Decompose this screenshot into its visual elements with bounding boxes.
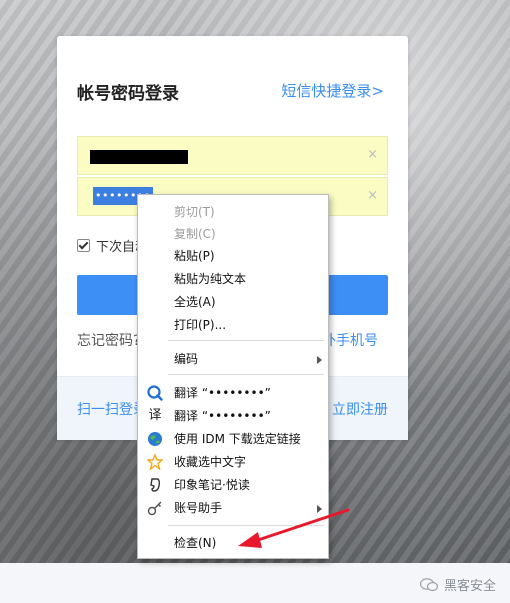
- forgot-password-link[interactable]: 忘记密码?: [77, 330, 140, 350]
- context-menu: 剪切(T) 复制(C) 粘贴(P) 粘贴为纯文本 全选(A) 打印(P)... …: [137, 194, 329, 559]
- register-link[interactable]: 立即注册: [332, 399, 388, 419]
- menu-item-label: 粘贴为纯文本: [174, 272, 247, 286]
- menu-item-label: 翻译 “••••••••”: [174, 409, 271, 423]
- remember-checkbox[interactable]: [77, 239, 90, 252]
- menu-separator: [168, 525, 324, 526]
- menu-item-label: 印象笔记·悦读: [174, 478, 250, 492]
- wechat-icon: [419, 577, 438, 591]
- username-field[interactable]: ×: [77, 136, 388, 175]
- idm-globe-icon: [147, 431, 163, 447]
- menu-item-label: 编码: [174, 352, 199, 366]
- menu-item-account-helper[interactable]: 账号助手: [138, 497, 328, 519]
- menu-item-label: 检查(N): [174, 536, 217, 550]
- menu-item-label: 打印(P)...: [174, 318, 227, 332]
- submenu-arrow-icon: [317, 356, 322, 364]
- key-icon: [147, 500, 163, 516]
- menu-item-label: 全选(A): [174, 295, 216, 309]
- menu-item-select-all[interactable]: 全选(A): [138, 291, 328, 313]
- page-title: 帐号密码登录: [77, 84, 179, 104]
- menu-item-favorite-text[interactable]: 收藏选中文字: [138, 451, 328, 473]
- menu-item-label: 剪切(T): [174, 205, 215, 219]
- menu-separator: [168, 374, 324, 375]
- menu-item-label: 翻译 “••••••••”: [174, 386, 271, 400]
- menu-item-label: 粘贴(P): [174, 249, 215, 263]
- menu-item-label: 复制(C): [174, 227, 216, 241]
- star-icon: [147, 454, 163, 470]
- search-translate-icon: [147, 385, 163, 401]
- menu-item-label: 收藏选中文字: [174, 455, 247, 469]
- menu-item-evernote[interactable]: 印象笔记·悦读: [138, 474, 328, 496]
- menu-item-cut[interactable]: 剪切(T): [138, 201, 328, 223]
- watermark-text: 黑客安全: [443, 579, 496, 594]
- translate-glyph-icon: 译: [148, 408, 162, 423]
- menu-item-encoding[interactable]: 编码: [138, 348, 328, 370]
- menu-item-copy[interactable]: 复制(C): [138, 223, 328, 245]
- menu-item-translate-2[interactable]: 译 翻译 “••••••••”: [138, 405, 328, 427]
- watermark: 黑客安全: [419, 575, 496, 594]
- menu-item-paste[interactable]: 粘贴(P): [138, 245, 328, 267]
- evernote-icon: [147, 477, 163, 493]
- submenu-arrow-icon: [317, 505, 322, 513]
- clear-password-icon[interactable]: ×: [367, 188, 378, 203]
- clear-username-icon[interactable]: ×: [367, 147, 378, 162]
- menu-item-label: 使用 IDM 下载选定链接: [174, 432, 301, 446]
- menu-item-paste-plain[interactable]: 粘贴为纯文本: [138, 268, 328, 290]
- sms-login-link[interactable]: 短信快捷登录>: [281, 80, 384, 101]
- bind-phone-link[interactable]: 外手机号: [322, 330, 378, 350]
- menu-item-inspect[interactable]: 检查(N): [138, 532, 328, 554]
- menu-item-translate-1[interactable]: 翻译 “••••••••”: [138, 382, 328, 404]
- menu-item-print[interactable]: 打印(P)...: [138, 314, 328, 336]
- redacted-username: [90, 150, 188, 164]
- menu-separator: [168, 340, 324, 341]
- menu-item-label: 账号助手: [174, 501, 223, 515]
- menu-item-idm-download[interactable]: 使用 IDM 下载选定链接: [138, 428, 328, 450]
